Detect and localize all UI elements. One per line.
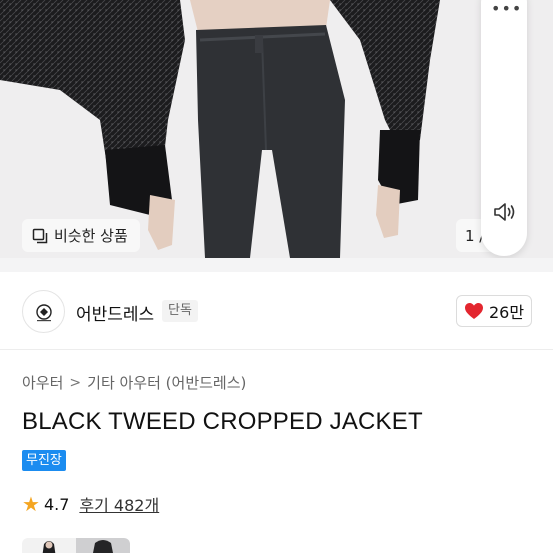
review-thumbnails	[22, 538, 130, 553]
product-image-area[interactable]: 비슷한 상품 1 / •••	[0, 0, 553, 258]
breadcrumb-item-category[interactable]: 아우터	[22, 372, 63, 393]
seller-name[interactable]: 어반드레스	[76, 300, 154, 325]
breadcrumb-item-subcategory[interactable]: 기타 아우터 (어반드레스)	[87, 372, 246, 393]
rating-summary: ★ 4.7 후기 482개	[22, 492, 159, 516]
seller-logo[interactable]	[22, 290, 65, 333]
floating-action-panel: •••	[481, 0, 527, 256]
shipping-badge: 무진장	[22, 450, 66, 471]
breadcrumb: 아우터 > 기타 아우터 (어반드레스)	[22, 372, 246, 393]
speaker-icon[interactable]	[490, 198, 518, 226]
exclusive-badge: 단독	[162, 300, 198, 322]
review-photo	[76, 538, 130, 553]
similar-items-icon	[32, 228, 48, 243]
review-photo	[22, 538, 76, 553]
star-icon: ★	[22, 492, 40, 516]
similar-products-label: 비슷한 상품	[54, 227, 128, 245]
review-thumbnail[interactable]	[22, 538, 76, 553]
rating-score: 4.7	[43, 494, 70, 514]
chevron-right-icon: >	[69, 374, 82, 391]
section-divider	[0, 258, 553, 272]
like-count: 26만	[488, 303, 525, 322]
reviews-link[interactable]: 후기 482개	[79, 492, 159, 516]
more-dots-icon[interactable]: •••	[491, 0, 522, 18]
divider-line	[0, 349, 553, 350]
heart-icon	[464, 303, 483, 319]
seller-logo-icon	[35, 303, 52, 321]
review-thumbnail[interactable]	[76, 538, 130, 553]
similar-products-button[interactable]: 비슷한 상품	[22, 219, 140, 252]
product-title: BLACK TWEED CROPPED JACKET	[22, 408, 423, 435]
like-button[interactable]: 26만	[456, 295, 532, 327]
